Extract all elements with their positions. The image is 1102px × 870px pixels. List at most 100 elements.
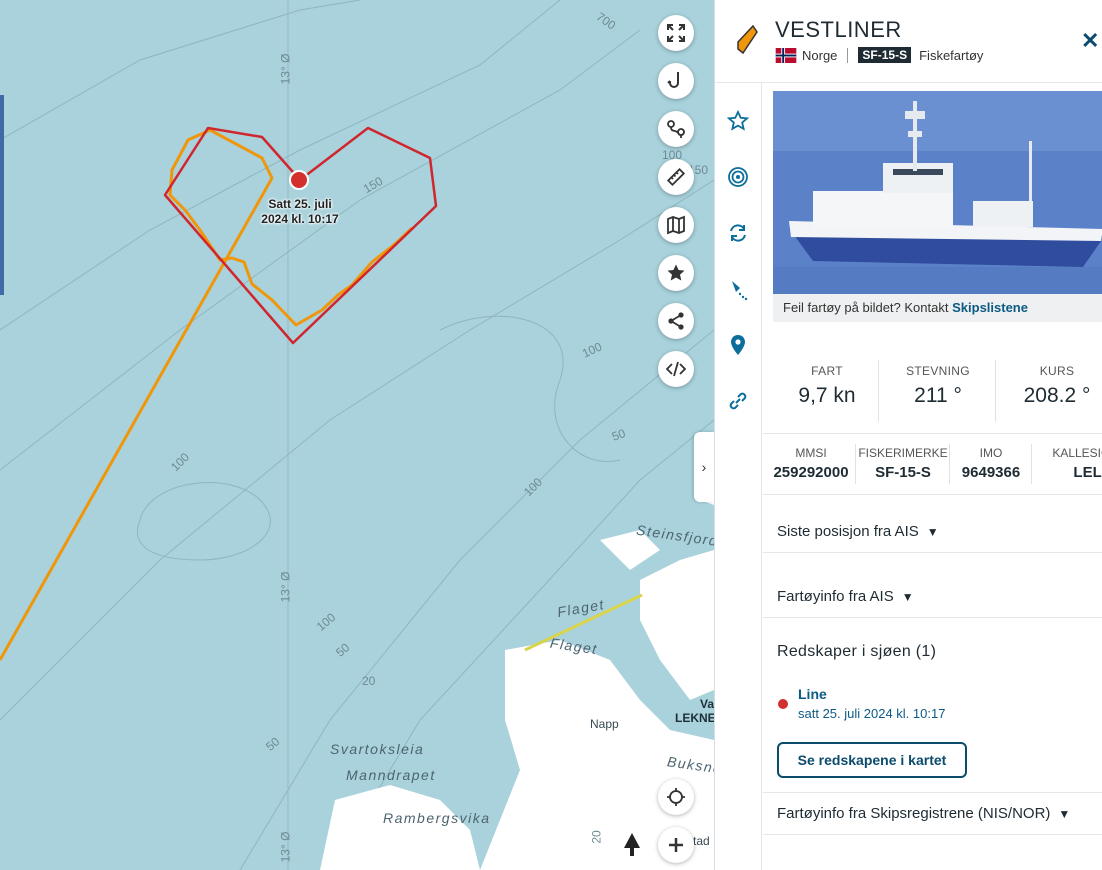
- place-manndrapet: Manndrapet: [346, 767, 436, 783]
- vessel-country: Norge: [802, 47, 838, 63]
- stat-label: STEVNING: [906, 364, 970, 378]
- id-value: 9649366: [961, 464, 1021, 481]
- stat-value: 9,7 kn: [798, 384, 856, 407]
- location-pin-icon[interactable]: [727, 334, 749, 356]
- photo-caption: Feil fartøy på bildet? Kontakt Skipslist…: [773, 294, 1102, 322]
- gear-marker-time: 2024 kl. 10:17: [261, 212, 339, 226]
- zoom-in-button[interactable]: [658, 827, 694, 863]
- photo-caption-text: Feil fartøy på bildet? Kontakt: [783, 300, 949, 315]
- refresh-icon[interactable]: [727, 222, 749, 244]
- id-label: MMSI: [795, 446, 827, 460]
- stat-value: 211 °: [914, 384, 962, 407]
- vessel-registration: SF-15-S: [858, 47, 912, 63]
- chevron-down-icon: ▼: [926, 525, 939, 539]
- id-value: LELD: [1073, 464, 1102, 481]
- gear-section-title: Redskaper i sjøen (1): [777, 643, 937, 660]
- gear-item-date: satt 25. juli 2024 kl. 10:17: [798, 706, 946, 721]
- land-area: [320, 785, 480, 870]
- map-layers-icon: [667, 215, 685, 235]
- plus-icon: [669, 838, 683, 852]
- gear-item-link[interactable]: Line: [798, 686, 827, 702]
- crosshair-icon: [667, 788, 685, 806]
- meridian-label: 13° Ø: [278, 53, 293, 85]
- vessel-photo: [773, 91, 1102, 294]
- star-outline-icon[interactable]: [727, 110, 749, 132]
- id-value: 259292000: [773, 464, 849, 481]
- stat-label: FART: [811, 364, 843, 378]
- gear-marker-date: Satt 25. juli: [268, 197, 332, 211]
- chevron-down-icon: ▼: [1058, 807, 1071, 821]
- fullscreen-icon: [667, 24, 685, 42]
- gear-marker-label: Satt 25. juli 2024 kl. 10:17: [252, 197, 348, 227]
- stat-heading: STEVNING 211 °: [884, 344, 992, 424]
- place-va: Va: [700, 697, 714, 711]
- share-icon: [668, 312, 684, 330]
- locate-button[interactable]: [658, 779, 694, 815]
- stat-label: KURS: [1039, 364, 1075, 378]
- favorite-button[interactable]: [658, 255, 694, 291]
- vessel-identifiers: MMSI 259292000 FISKERIMERKE SF-15-S IMO …: [763, 433, 1102, 495]
- embed-code-icon: [666, 361, 686, 377]
- chevron-right-icon: ›: [701, 459, 707, 475]
- target-icon[interactable]: [727, 166, 749, 188]
- depth-contour: [439, 315, 621, 462]
- place-stad: tad: [693, 834, 710, 848]
- id-label: IMO: [979, 446, 1003, 460]
- depth-contour: [0, 29, 641, 471]
- share-button[interactable]: [658, 303, 694, 339]
- vessel-panel: VESTLINER Norge SF-15-S Fiskefartøy ✕ Fe…: [714, 0, 1102, 870]
- depth-contour: [0, 0, 561, 331]
- show-gear-on-map-button[interactable]: Se redskapene i kartet: [777, 742, 967, 778]
- vessel-header: VESTLINER Norge SF-15-S Fiskefartøy ✕: [715, 0, 1102, 83]
- vessel-subtitle: Norge SF-15-S Fiskefartøy: [775, 47, 983, 63]
- embed-button[interactable]: [658, 351, 694, 387]
- adjacent-photo-strip: [0, 95, 4, 295]
- track-history-icon[interactable]: [727, 278, 749, 300]
- route-button[interactable]: [658, 111, 694, 147]
- meridian-label: 13° Ø: [278, 831, 293, 863]
- gear-marker[interactable]: [289, 170, 309, 190]
- vessel-photo-image: [773, 91, 1102, 294]
- fullscreen-button[interactable]: [658, 15, 694, 51]
- id-value: SF-15-S: [875, 464, 931, 481]
- fishing-line-gear: [163, 126, 438, 345]
- ruler-icon: [666, 167, 686, 187]
- depth-label: 20: [362, 674, 376, 688]
- accordion-title: Fartøyinfo fra AIS: [777, 588, 894, 605]
- close-button[interactable]: ✕: [1081, 28, 1099, 54]
- measure-button[interactable]: [658, 159, 694, 195]
- accordion-title: Siste posisjon fra AIS: [777, 523, 919, 540]
- stat-course: KURS 208.2 °: [1003, 344, 1102, 424]
- norway-flag-icon: [775, 47, 797, 63]
- collapse-panel-button[interactable]: ›: [694, 432, 714, 502]
- meridian-label: 13° Ø: [278, 571, 293, 603]
- map-layers-button[interactable]: [658, 207, 694, 243]
- gear-status-dot: [778, 699, 788, 709]
- id-mmsi: MMSI 259292000: [767, 434, 855, 494]
- map-canvas[interactable]: [0, 0, 714, 870]
- vessel-stats: FART 9,7 kn STEVNING 211 ° KURS 208.2 °: [773, 344, 1102, 424]
- stat-speed: FART 9,7 kn: [773, 344, 881, 424]
- fishing-hook-icon: [667, 72, 679, 88]
- map-view[interactable]: 700 150 100 150 100 50 100 100 100 50 20…: [0, 0, 714, 870]
- accordion-registry-info[interactable]: Fartøyinfo fra Skipsregistrene (NIS/NOR)…: [777, 805, 1102, 822]
- depth-contour: [0, 0, 361, 141]
- vessel-name: VESTLINER: [775, 17, 902, 42]
- gear-layer-button[interactable]: [658, 63, 694, 99]
- close-icon: ✕: [1081, 28, 1100, 53]
- stat-value: 208.2 °: [1023, 384, 1091, 407]
- land-area: [640, 550, 714, 700]
- place-napp: Napp: [590, 717, 619, 731]
- vessel-track: [0, 128, 414, 661]
- star-icon: [667, 264, 685, 281]
- vessel-type: Fiskefartøy: [919, 47, 984, 63]
- accordion-last-position[interactable]: Siste posisjon fra AIS ▼: [777, 523, 1102, 540]
- place-rambergsvika: Rambergsvika: [383, 810, 491, 826]
- link-icon[interactable]: [727, 390, 749, 412]
- id-label: FISKERIMERKE: [858, 446, 948, 460]
- accordion-vessel-info-ais[interactable]: Fartøyinfo fra AIS ▼: [777, 588, 1102, 605]
- chevron-down-icon: ▼: [901, 590, 914, 604]
- id-imo: IMO 9649366: [951, 434, 1031, 494]
- panel-sidebar: [715, 82, 762, 870]
- skipslistene-link[interactable]: Skipslistene: [952, 300, 1028, 315]
